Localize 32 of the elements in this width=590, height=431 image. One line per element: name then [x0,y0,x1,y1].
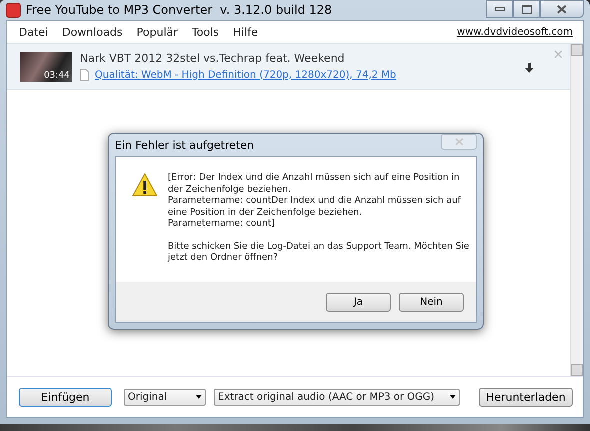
format-dropdown[interactable]: Original [124,388,206,406]
menu-item[interactable]: Datei [19,26,48,38]
maximize-button[interactable] [513,0,540,18]
document-icon [80,69,89,81]
video-duration: 03:44 [44,70,70,80]
video-title: Nark VBT 2012 32stel vs.Techrap feat. Weekend [80,52,346,65]
scrollbar[interactable] [570,44,583,376]
close-icon [454,138,464,146]
warning-icon [132,173,158,197]
close-icon [557,4,567,14]
menu-item[interactable]: Populär [136,26,178,38]
menu-item[interactable]: Downloads [62,26,123,38]
dialog-button[interactable]: Nein [399,292,464,312]
website-link[interactable]: www.dvdvideosoft.com [457,26,573,38]
menu-item[interactable]: Tools [192,26,220,38]
error-text: Parametername: count] [168,219,276,230]
close-button[interactable] [540,0,584,18]
mode-dropdown[interactable]: Extract original audio (AAC or MP3 or OGG) [214,388,460,406]
quality-link[interactable]: Qualität: WebM - High Definition (720p, 1280x720), 74,2 Mb [95,70,396,80]
error-text: Parametername: countDer Index und die Anzahl müssen sich auf eine Position in der Zeichenfolge beziehen. [168,196,462,219]
paste-button[interactable]: Einfügen [19,388,112,406]
dialog-button[interactable]: Ja [326,292,391,312]
dialog-title: Ein Fehler ist aufgetreten [115,138,254,152]
window-title: Free YouTube to MP3 Converter v. 3.12.0 build 128 [26,3,334,17]
minimize-button[interactable] [486,0,513,18]
menu-item[interactable]: Hilfe [233,26,258,38]
error-text: [Error: Der Index und die Anzahl müssen sich auf eine Position in der Zeichenfolge beziehen. [168,173,461,196]
download-button[interactable]: Herunterladen [479,388,573,406]
question-text: Bitte schicken Sie die Log-Datei an das Support Team. Möchten Sie jetzt den Ordner öffnen? [168,242,470,264]
app-icon [6,2,21,18]
download-arrow-icon[interactable] [525,63,534,73]
video-item[interactable]: 03:44 Nark VBT 2012 32stel vs.Techrap feat. Weekend Qualität: WebM - High Definition (720p, 1280x720), 74,2 Mb [7,44,570,90]
